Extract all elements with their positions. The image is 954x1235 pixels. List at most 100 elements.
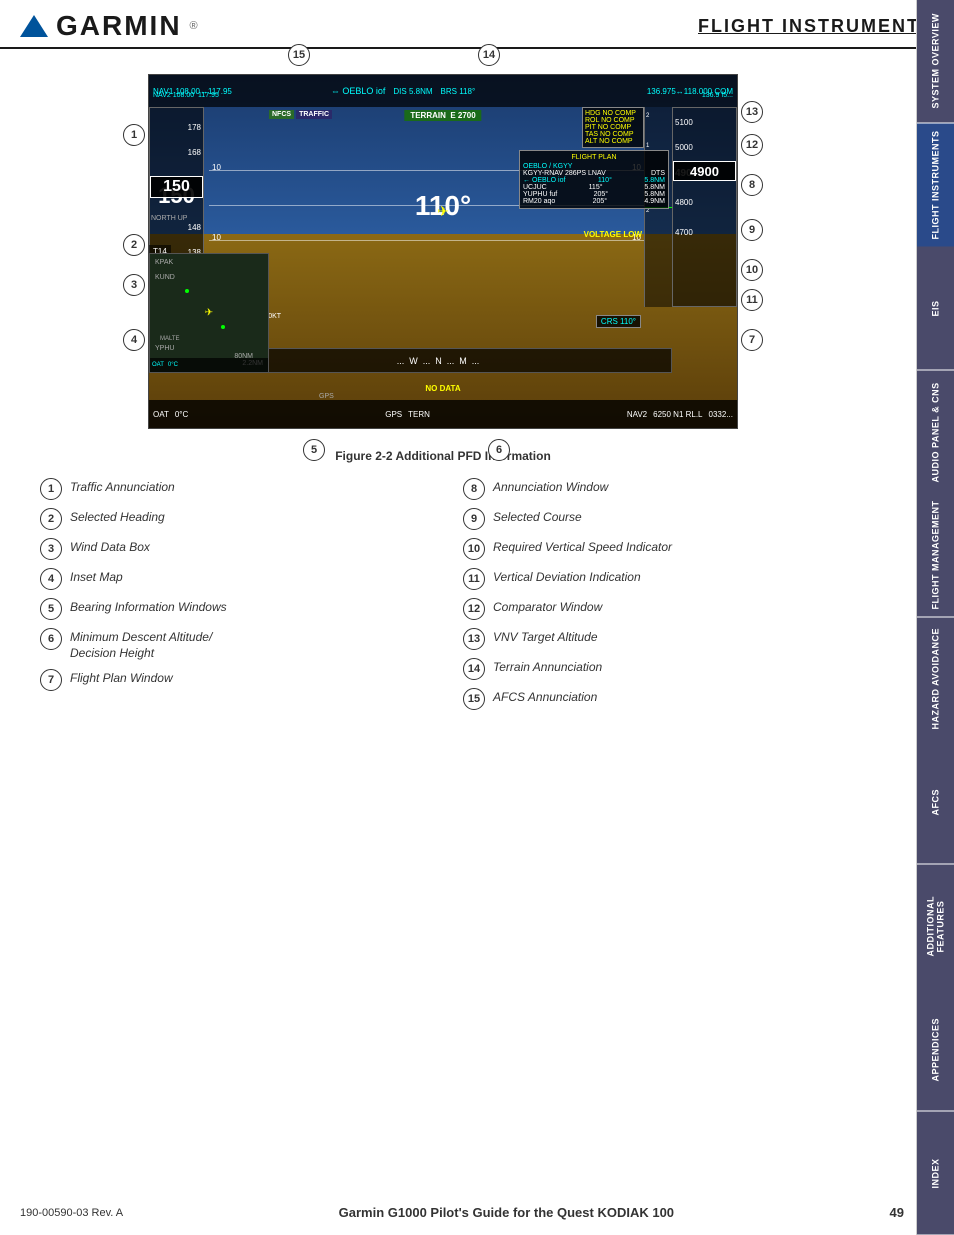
pfd-bottom-temp: 0°C — [175, 410, 188, 419]
legend-text-11: Vertical Deviation Indication — [493, 568, 641, 586]
legend-container: 1 Traffic Annunciation 2 Selected Headin… — [20, 478, 866, 710]
pfd-fp-origin: OEBLO / KGYY — [523, 163, 665, 170]
page-header: GARMIN ® FLIGHT INSTRUMENTS — [0, 0, 954, 49]
legend-item-4: 4 Inset Map — [40, 568, 423, 590]
legend-text-2: Selected Heading — [70, 508, 165, 526]
pfd-voltage-low: VOLTAGE LOW — [584, 230, 642, 239]
legend-text-4: Inset Map — [70, 568, 123, 586]
footer-document-title: Garmin G1000 Pilot's Guide for the Quest… — [339, 1205, 674, 1220]
pfd-com2: 136.9 f5... — [702, 92, 733, 99]
legend-text-8: Annunciation Window — [493, 478, 608, 496]
legend-text-9: Selected Course — [493, 508, 582, 526]
callout-12: 12 — [741, 134, 763, 156]
pfd-no-data-label: NO DATA — [425, 384, 460, 393]
pfd-display: NAV1 108.00↔117.95 NAV2 108.00 117.95 ⇔ … — [148, 74, 738, 429]
sidebar-tab-system[interactable]: SYSTEM OVERVIEW — [917, 0, 954, 124]
sidebar-tab-eis[interactable]: EIS — [917, 247, 954, 371]
legend-item-2: 2 Selected Heading — [40, 508, 423, 530]
pfd-ann-hdg: HDG NO COMP — [585, 110, 641, 117]
legend-item-11: 11 Vertical Deviation Indication — [463, 568, 846, 590]
callout-4: 4 — [123, 329, 145, 351]
sidebar-tab-index-label: INDEX — [931, 1158, 941, 1188]
sidebar-tab-afcs[interactable]: AFCS — [917, 741, 954, 865]
sidebar-tab-appendices[interactable]: APPENDICES — [917, 988, 954, 1112]
sidebar-tab-index[interactable]: INDEX — [917, 1112, 954, 1235]
legend-num-13: 13 — [463, 628, 485, 650]
pfd-inset-dot-1 — [185, 289, 189, 293]
pfd-brs: BRS 118° — [441, 87, 476, 96]
garmin-triangle-icon — [20, 15, 48, 37]
callout-10: 10 — [741, 259, 763, 281]
pfd-altitude-tape: 5100 5000 4900 4800 4700 4900 — [672, 107, 737, 307]
pfd-heading-tape-numbers: ... W ... N ... M ... — [397, 356, 480, 366]
legend-item-3: 3 Wind Data Box — [40, 538, 423, 560]
legend-num-14: 14 — [463, 658, 485, 680]
pfd-bottom-gps: GPS — [385, 410, 402, 419]
callout-2: 2 — [123, 234, 145, 256]
legend-num-6: 6 — [40, 628, 62, 650]
legend-item-15: 15 AFCS Annunciation — [463, 688, 846, 710]
legend-num-4: 4 — [40, 568, 62, 590]
sidebar-tab-system-label: SYSTEM OVERVIEW — [931, 14, 941, 109]
pfd-ann-tas: TAS NO COMP — [585, 131, 641, 138]
legend-item-7: 7 Flight Plan Window — [40, 669, 423, 691]
callout-15: 15 — [288, 44, 310, 66]
callout-7: 7 — [741, 329, 763, 351]
pfd-pitch-line-m10 — [209, 240, 644, 241]
pfd-nfcs-badge: NFCS — [269, 110, 294, 119]
pfd-fp-row-1: ← OEBLO iof110°5.8NM — [523, 177, 665, 184]
pfd-pitch-label-m10-left: 10 — [212, 233, 221, 242]
legend-text-13: VNV Target Altitude — [493, 628, 598, 646]
right-sidebar: SYSTEM OVERVIEW FLIGHT INSTRUMENTS EIS A… — [916, 0, 954, 1235]
sidebar-tab-hazard-avoidance[interactable]: HAZARD AVOIDANCE — [917, 618, 954, 742]
pfd-terrain-badge: TERRAIN E 2700 — [404, 110, 481, 121]
pfd-inset-waypoint-3: YPHU — [155, 345, 174, 352]
footer-page-number: 49 — [890, 1205, 904, 1220]
pfd-crs-box: CRS 110° — [596, 315, 641, 328]
pfd-pitch-label-10-left: 10 — [212, 163, 221, 172]
pfd-ann-rol: ROL NO COMP — [585, 117, 641, 124]
callout-9: 9 — [741, 219, 763, 241]
legend-text-6: Minimum Descent Altitude/Decision Height — [70, 628, 212, 661]
garmin-logo: GARMIN ® — [20, 10, 198, 42]
pfd-flight-plan-overlay: FLIGHT PLAN OEBLO / KGYY KGYY-RNAV 286PS… — [519, 150, 669, 209]
page-footer: 190-00590-03 Rev. A Garmin G1000 Pilot's… — [20, 1205, 904, 1220]
legend-left-column: 1 Traffic Annunciation 2 Selected Headin… — [40, 478, 423, 710]
pfd-heading-tape: ... W ... N ... M ... — [204, 348, 672, 373]
pfd-inset-waypoint-2: KUND — [155, 274, 175, 281]
legend-num-8: 8 — [463, 478, 485, 500]
sidebar-tab-eis-label: EIS — [931, 300, 941, 316]
legend-text-5: Bearing Information Windows — [70, 598, 227, 616]
pfd-annunciation-window: HDG NO COMP ROL NO COMP PIT NO COMP TAS … — [582, 107, 644, 148]
sidebar-tab-audio[interactable]: AUDIO PANEL & CNS — [917, 371, 954, 495]
callout-1: 1 — [123, 124, 145, 146]
pfd-ann-alt: ALT NO COMP — [585, 138, 641, 145]
legend-item-12: 12 Comparator Window — [463, 598, 846, 620]
callout-3: 3 — [123, 274, 145, 296]
legend-right-column: 8 Annunciation Window 9 Selected Course … — [463, 478, 846, 710]
legend-num-3: 3 — [40, 538, 62, 560]
pfd-bottom-code: 0332... — [709, 410, 733, 419]
sidebar-tab-flight-management[interactable]: FLIGHT MANAGEMENT — [917, 494, 954, 618]
callout-14: 14 — [478, 44, 500, 66]
legend-num-9: 9 — [463, 508, 485, 530]
legend-num-1: 1 — [40, 478, 62, 500]
sidebar-tab-additional-features[interactable]: ADDITIONAL FEATURES — [917, 865, 954, 989]
sidebar-tab-afcs-label: AFCS — [931, 789, 941, 816]
legend-item-6: 6 Minimum Descent Altitude/Decision Heig… — [40, 628, 423, 661]
legend-item-14: 14 Terrain Annunciation — [463, 658, 846, 680]
pfd-status-badges: NFCS TRAFFIC — [269, 110, 332, 119]
legend-item-13: 13 VNV Target Altitude — [463, 628, 846, 650]
pfd-fp-row-2: UCJUC115°5.8NM — [523, 184, 665, 191]
legend-num-7: 7 — [40, 669, 62, 691]
pfd-ann-pit: PIT NO COMP — [585, 124, 641, 131]
pfd-inset-waypoint-1: KPAK — [155, 259, 173, 266]
sidebar-tab-flight-instruments[interactable]: FLIGHT INSTRUMENTS — [917, 124, 954, 248]
legend-item-1: 1 Traffic Annunciation — [40, 478, 423, 500]
legend-num-11: 11 — [463, 568, 485, 590]
legend-num-15: 15 — [463, 688, 485, 710]
legend-text-1: Traffic Annunciation — [70, 478, 175, 496]
pfd-dis: DIS 5.8NM — [393, 87, 432, 96]
pfd-inset-bottom-bar: OAT0°C — [150, 358, 268, 372]
main-content: NAV1 108.00↔117.95 NAV2 108.00 117.95 ⇔ … — [0, 49, 916, 730]
